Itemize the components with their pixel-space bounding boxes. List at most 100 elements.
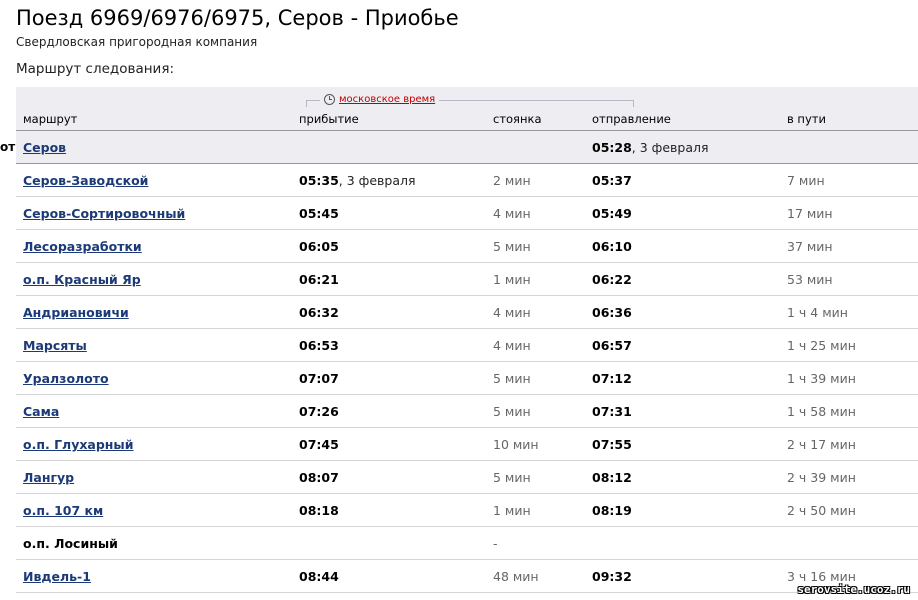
travel-time: 2 ч 17 мин [787,437,856,452]
departure-cell: 06:36 [592,305,632,320]
station-link[interactable]: Уралзолото [23,371,109,386]
departure-time: 05:28 [592,140,632,155]
departure-cell: 06:57 [592,338,632,353]
stop-duration: 2 мин [493,173,531,188]
departure-time: 07:55 [592,437,632,452]
arrival-time: 05:45 [299,206,339,221]
station-link[interactable]: о.п. Красный Яр [23,272,141,287]
arrival-cell: 05:45 [299,206,339,221]
table-row: Сама 07:26 5 мин 07:31 1 ч 58 мин [16,395,918,428]
station-link[interactable]: Сама [23,404,59,419]
arrival-time: 07:45 [299,437,339,452]
departure-cell: 08:19 [592,503,632,518]
arrival-time: 06:32 [299,305,339,320]
stop-duration: 5 мин [493,470,531,485]
travel-time: 1 ч 4 мин [787,305,848,320]
stop-duration: 48 мин [493,569,539,584]
stop-duration: 4 мин [493,206,531,221]
stop-duration: 10 мин [493,437,539,452]
arrival-time: 06:21 [299,272,339,287]
stop-duration: 4 мин [493,338,531,353]
station-link[interactable]: о.п. Глухарный [23,437,134,452]
travel-time: 53 мин [787,272,833,287]
stop-duration: 5 мин [493,239,531,254]
arrival-cell: 06:05 [299,239,339,254]
arrival-cell: 06:21 [299,272,339,287]
station-link[interactable]: о.п. 107 км [23,503,103,518]
stop-duration: 1 мин [493,272,531,287]
departure-time: 06:57 [592,338,632,353]
route-label: Маршрут следования: [16,61,175,77]
table-header: московское время маршрут прибытие стоянк… [16,87,918,131]
stop-duration: 4 мин [493,305,531,320]
departure-cell: 05:28, 3 февраля [592,140,709,155]
carrier-name: Свердловская пригородная компания [16,35,258,49]
travel-time: 37 мин [787,239,833,254]
arrival-time: 07:26 [299,404,339,419]
station-link[interactable]: Лангур [23,470,74,485]
station-link[interactable]: Марсяты [23,338,87,353]
table-row: Ивдель-1 08:44 48 мин 09:32 3 ч 16 мин [16,560,918,593]
departure-cell: 07:55 [592,437,632,452]
table-row: Серов-Сортировочный 05:45 4 мин 05:49 17 мин [16,197,918,230]
station-link[interactable]: Серов-Заводской [23,173,148,188]
travel-time: 1 ч 58 мин [787,404,856,419]
arrival-cell: 05:35, 3 февраля [299,173,416,188]
table-row: Серов-Заводской 05:35, 3 февраля 2 мин 05:3… [16,164,918,197]
arrival-time: 08:07 [299,470,339,485]
arrival-time: 08:18 [299,503,339,518]
departure-cell: 05:37 [592,173,632,188]
travel-time: 2 ч 50 мин [787,503,856,518]
station-link[interactable]: Серов [23,140,66,155]
departure-time: 06:36 [592,305,632,320]
header-arrival: прибытие [299,112,359,126]
timezone-toggle[interactable]: московское время [320,92,440,106]
travel-time: 17 мин [787,206,833,221]
arrival-cell: 07:07 [299,371,339,386]
station-link[interactable]: Лесоразработки [23,239,142,254]
arrival-cell: 08:18 [299,503,339,518]
side-mark: от [0,140,16,154]
stop-duration: - [493,536,498,551]
departure-cell: 08:12 [592,470,632,485]
arrival-cell: 07:45 [299,437,339,452]
timezone-link[interactable]: московское время [339,94,435,105]
travel-time: 1 ч 25 мин [787,338,856,353]
clock-icon [324,93,335,105]
departure-time: 06:10 [592,239,632,254]
arrival-time: 06:05 [299,239,339,254]
departure-time: 09:32 [592,569,632,584]
departure-time: 07:12 [592,371,632,386]
table-row: Уралзолото 07:07 5 мин 07:12 1 ч 39 мин [16,362,918,395]
header-departure: отправление [592,112,671,126]
arrival-time: 05:35 [299,173,339,188]
arrival-cell: 06:32 [299,305,339,320]
travel-time: 2 ч 39 мин [787,470,856,485]
arrival-date: , 3 февраля [338,173,416,188]
departure-time: 05:37 [592,173,632,188]
stop-duration: 1 мин [493,503,531,518]
table-row: Марсяты 06:53 4 мин 06:57 1 ч 25 мин [16,329,918,362]
table-row: о.п. Лосиный - [16,527,918,560]
departure-cell: 06:22 [592,272,632,287]
stop-duration: 5 мин [493,404,531,419]
arrival-time: 06:53 [299,338,339,353]
station-link[interactable]: Ивдель-1 [23,569,91,584]
header-travel: в пути [787,112,826,126]
header-stop: стоянка [493,112,542,126]
station-link[interactable]: Серов-Сортировочный [23,206,185,221]
arrival-cell: 06:53 [299,338,339,353]
travel-time: 7 мин [787,173,825,188]
stop-duration: 5 мин [493,371,531,386]
arrival-time: 07:07 [299,371,339,386]
table-row: Андриановичи 06:32 4 мин 06:36 1 ч 4 мин [16,296,918,329]
page-title: Поезд 6969/6976/6975, Серов - Приобье [16,6,459,30]
station-link[interactable]: Андриановичи [23,305,129,320]
table-row: о.п. Красный Яр 06:21 1 мин 06:22 53 мин [16,263,918,296]
table-row: Лангур 08:07 5 мин 08:12 2 ч 39 мин [16,461,918,494]
departure-time: 05:49 [592,206,632,221]
departure-time: 08:12 [592,470,632,485]
arrival-time: 08:44 [299,569,339,584]
departure-cell: 09:32 [592,569,632,584]
table-row: Серов 05:28, 3 февраля [16,131,918,164]
